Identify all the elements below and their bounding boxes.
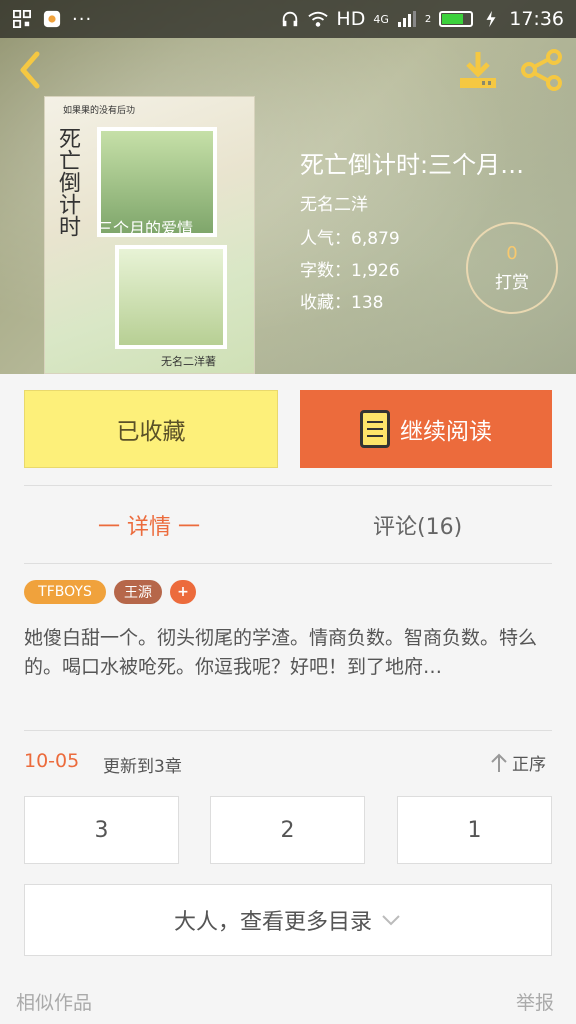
signal-label: 4G bbox=[373, 12, 389, 26]
tab-comments[interactable]: 评论(16) bbox=[373, 500, 462, 550]
update-date: 10-05 bbox=[24, 750, 80, 772]
book-word-count: 字数：1,926 bbox=[300, 261, 400, 281]
chapter-item[interactable]: 1 bbox=[397, 796, 552, 864]
book-icon bbox=[360, 410, 390, 448]
tab-detail[interactable]: 一 详情 一 bbox=[98, 500, 200, 550]
tag-tfboys[interactable]: TFBOYS bbox=[24, 580, 106, 604]
cover-top-note: 如果果的没有后功 bbox=[63, 106, 136, 116]
cover-subtitle: 三个月的爱情 bbox=[97, 219, 194, 238]
similar-works-label: 相似作品 bbox=[16, 992, 93, 1014]
chevron-left-icon bbox=[20, 51, 40, 89]
back-button[interactable] bbox=[8, 48, 52, 92]
download-button[interactable] bbox=[456, 48, 500, 92]
share-icon bbox=[521, 49, 562, 91]
headphones-icon bbox=[283, 11, 298, 27]
book-summary[interactable]: 她傻白甜一个。彻头彻尾的学渣。情商负数。智商负数。特么的。喝口水被呛死。你逗我呢… bbox=[24, 624, 554, 682]
collected-button[interactable]: 已收藏 bbox=[24, 390, 278, 468]
book-author[interactable]: 无名二洋 bbox=[300, 190, 368, 215]
download-icon bbox=[460, 52, 496, 88]
tag-wangyuan[interactable]: 王源 bbox=[114, 580, 162, 604]
cover-photo-bottom bbox=[115, 245, 227, 349]
qr-icon bbox=[13, 10, 32, 28]
continue-reading-label: 继续阅读 bbox=[400, 419, 492, 445]
chevron-down-icon bbox=[382, 915, 400, 926]
tip-button[interactable]: 0 打赏 bbox=[466, 222, 558, 314]
battery-icon bbox=[439, 11, 474, 27]
charging-icon bbox=[486, 10, 496, 28]
network-type: HD bbox=[336, 8, 366, 30]
more-chapters-button[interactable]: 大人，查看更多目录 bbox=[24, 884, 552, 956]
status-bar: ··· HD 4G 2 17:36 bbox=[0, 0, 576, 38]
divider bbox=[24, 563, 552, 564]
update-text: 更新到3章 bbox=[103, 757, 182, 777]
sim-slot: 2 bbox=[424, 13, 432, 25]
signal-icon bbox=[397, 11, 416, 27]
more-chapters-label: 大人，查看更多目录 bbox=[173, 910, 372, 935]
book-popularity: 人气：6,879 bbox=[300, 229, 400, 249]
tab-comments-label: 评论(16) bbox=[373, 515, 463, 540]
tab-detail-label: 一 详情 一 bbox=[98, 515, 200, 540]
collected-label: 已收藏 bbox=[116, 419, 186, 445]
divider bbox=[24, 485, 552, 486]
continue-reading-button[interactable]: 继续阅读 bbox=[300, 390, 552, 468]
add-tag-button[interactable]: + bbox=[170, 580, 196, 604]
cover-author-signature: 无名二洋著 bbox=[161, 355, 216, 368]
tip-count: 0 bbox=[506, 242, 518, 264]
book-cover[interactable]: 如果果的没有后功 死亡倒计时 三个月的爱情 无名二洋著 bbox=[44, 96, 255, 374]
more-dots-icon: ··· bbox=[72, 8, 93, 30]
tip-label: 打赏 bbox=[495, 272, 529, 293]
divider bbox=[24, 730, 552, 731]
sort-label: 正序 bbox=[512, 755, 546, 775]
clock: 17:36 bbox=[509, 8, 564, 30]
report-link[interactable]: 举报 bbox=[516, 988, 554, 1015]
chapter-item[interactable]: 2 bbox=[210, 796, 365, 864]
book-favorites: 收藏：138 bbox=[300, 293, 384, 313]
share-button[interactable] bbox=[520, 48, 564, 92]
wifi-icon bbox=[308, 11, 329, 27]
book-title: 死亡倒计时:三个月… bbox=[300, 151, 525, 179]
sort-toggle[interactable]: 正序 bbox=[490, 750, 546, 775]
cover-vertical-title: 死亡倒计时 bbox=[55, 127, 80, 237]
arrow-up-icon bbox=[491, 753, 507, 772]
chapter-item[interactable]: 3 bbox=[24, 796, 179, 864]
book-header: ··· HD 4G 2 17:36 如果果的没有后功 死亡倒计时 三个月的爱情 … bbox=[0, 0, 576, 374]
app-notification-icon bbox=[43, 10, 61, 28]
